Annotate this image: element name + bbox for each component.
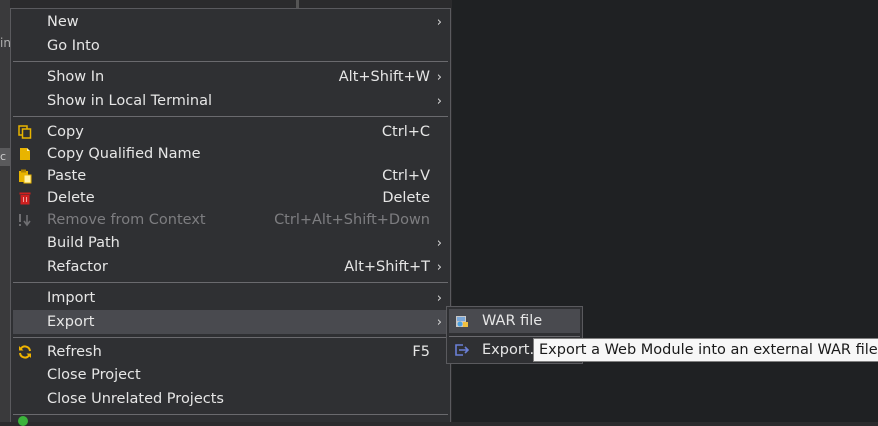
submenu-arrow-icon: ›: [436, 69, 442, 85]
menu-item-close-unrelated-projects[interactable]: Close Unrelated Projects: [13, 388, 448, 410]
submenu-arrow-icon: ›: [436, 259, 442, 275]
menu-item-shortcut: Ctrl+C: [381, 124, 430, 140]
menu-separator: [13, 116, 448, 117]
submenu-item-label: WAR file: [482, 313, 543, 329]
menu-item-label: Delete: [47, 190, 95, 206]
menu-item-label: New: [47, 14, 79, 30]
menu-item-import[interactable]: Import ›: [13, 287, 448, 309]
submenu-arrow-icon: ›: [436, 290, 442, 306]
remove-context-icon: [17, 212, 33, 228]
menu-item-shortcut: Alt+Shift+W: [338, 69, 430, 85]
menu-separator: [13, 282, 448, 283]
war-file-icon: [454, 313, 470, 329]
menu-item-copy[interactable]: Copy Ctrl+C: [13, 121, 448, 143]
menu-item-refresh[interactable]: Refresh F5: [13, 341, 448, 363]
menu-item-export[interactable]: Export ›: [13, 310, 448, 334]
tooltip: Export a Web Module into an external WAR…: [533, 338, 878, 362]
menu-item-shortcut: Delete: [382, 190, 430, 206]
export-icon: [454, 342, 470, 358]
submenu-arrow-icon: ›: [436, 235, 442, 251]
submenu-item-war-file[interactable]: WAR file: [449, 309, 580, 333]
menu-item-go-into[interactable]: Go Into: [13, 35, 448, 57]
paste-icon: [17, 168, 33, 184]
menu-item-label: Copy: [47, 124, 84, 140]
menu-item-label: Close Unrelated Projects: [47, 391, 224, 407]
menu-item-show-in[interactable]: Show In Alt+Shift+W ›: [13, 66, 448, 88]
copy-icon: [17, 124, 33, 140]
background-chip: c: [0, 148, 10, 166]
menu-item-label: Export: [47, 314, 95, 330]
menu-item-delete[interactable]: Delete Delete: [13, 187, 448, 209]
menu-item-label: Refresh: [47, 344, 102, 360]
menu-item-label: Show In: [47, 69, 105, 85]
delete-icon: [17, 190, 33, 206]
menu-item-label: Refactor: [47, 259, 108, 275]
menu-item-new[interactable]: New ›: [13, 11, 448, 33]
menu-item-label: Import: [47, 290, 96, 306]
status-dot-icon: [18, 416, 28, 426]
menu-item-refactor[interactable]: Refactor Alt+Shift+T ›: [13, 256, 448, 278]
menu-separator: [13, 337, 448, 338]
menu-item-shortcut: Alt+Shift+T: [344, 259, 430, 275]
context-menu: New › Go Into Show In Alt+Shift+W › Show…: [10, 8, 451, 422]
menu-item-show-in-local-terminal[interactable]: Show in Local Terminal ›: [13, 90, 448, 112]
menu-item-label: Build Path: [47, 235, 120, 251]
background-scroll-mark: [296, 0, 299, 8]
menu-item-label: Go Into: [47, 38, 100, 54]
submenu-arrow-icon: ›: [436, 14, 442, 30]
menu-item-label: Show in Local Terminal: [47, 93, 213, 109]
menu-item-paste[interactable]: Paste Ctrl+V: [13, 165, 448, 187]
menu-item-build-path[interactable]: Build Path ›: [13, 232, 448, 254]
submenu-separator: [449, 336, 580, 337]
menu-item-shortcut: Ctrl+V: [382, 168, 430, 184]
refresh-icon: [17, 344, 33, 360]
copy-qualified-name-icon: [17, 146, 33, 162]
menu-item-label: Close Project: [47, 367, 141, 383]
menu-item-label: Copy Qualified Name: [47, 146, 201, 162]
menu-item-close-project[interactable]: Close Project: [13, 364, 448, 386]
submenu-arrow-icon: ›: [436, 93, 442, 109]
menu-separator: [13, 61, 448, 62]
menu-separator: [13, 414, 448, 415]
menu-item-label: Paste: [47, 168, 87, 184]
menu-item-remove-from-context: Remove from Context Ctrl+Alt+Shift+Down: [13, 209, 448, 231]
menu-item-label: Remove from Context: [47, 212, 206, 228]
submenu-arrow-icon: ›: [436, 314, 442, 330]
menu-item-shortcut: Ctrl+Alt+Shift+Down: [274, 212, 430, 228]
menu-item-shortcut: F5: [412, 344, 430, 360]
menu-item-copy-qualified-name[interactable]: Copy Qualified Name: [13, 143, 448, 165]
background-panel-left: [0, 0, 10, 422]
